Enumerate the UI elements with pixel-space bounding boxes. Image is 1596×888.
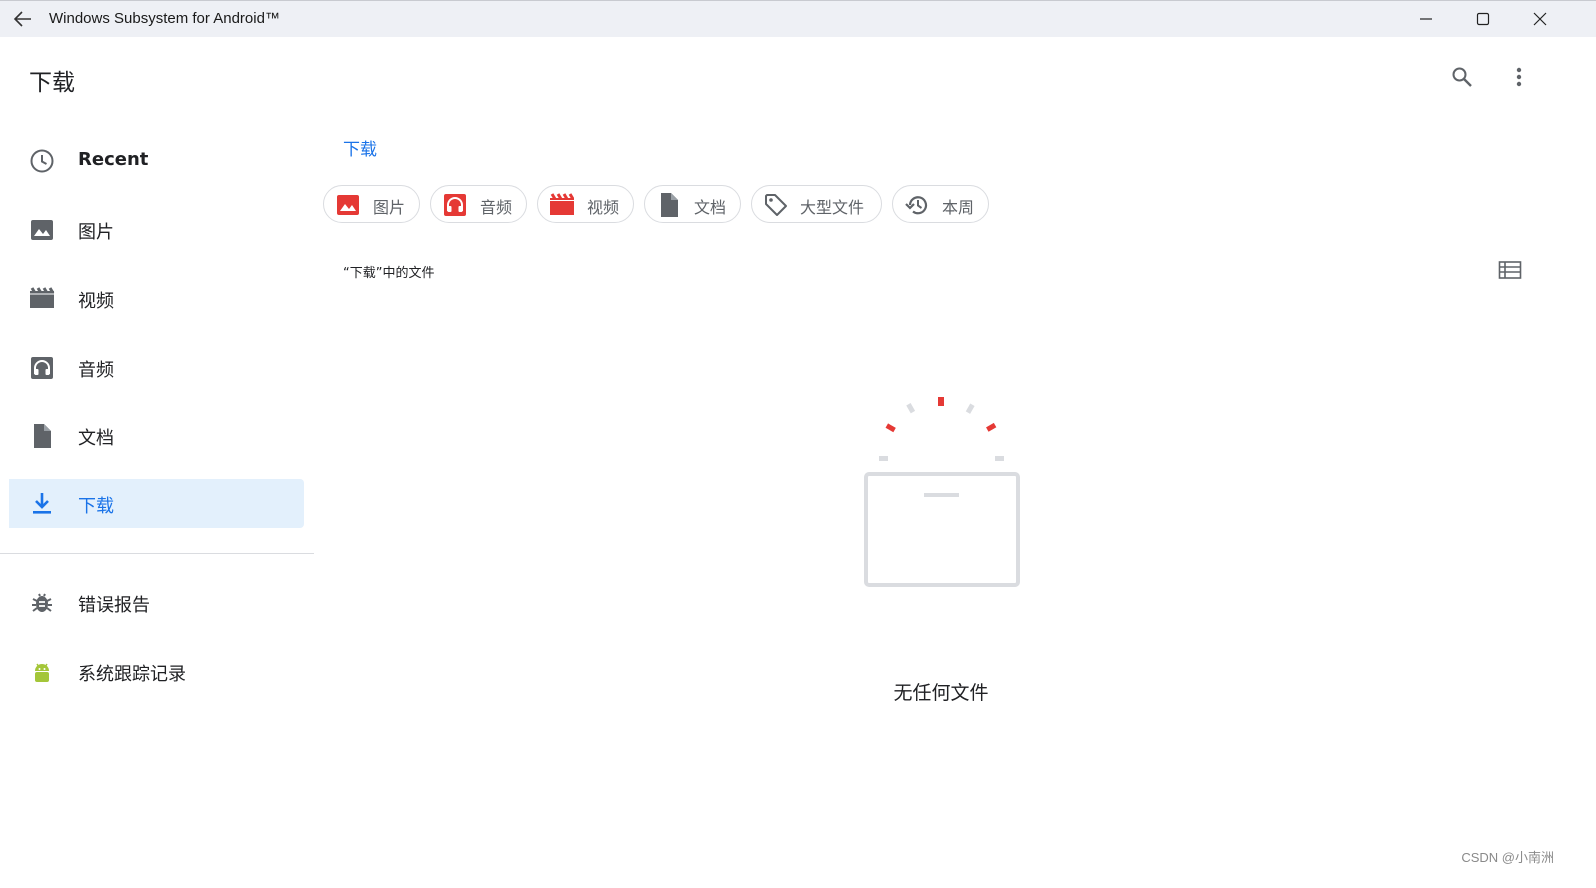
search-icon[interactable] <box>1447 62 1477 92</box>
chip-label: 文档 <box>694 198 727 217</box>
nav-item-audio[interactable]: 音频 <box>9 343 304 392</box>
image-icon <box>29 217 55 243</box>
chip-this-week[interactable]: 本周 <box>892 185 989 223</box>
movie-icon <box>29 286 55 312</box>
chip-label: 图片 <box>373 198 406 217</box>
empty-state-message: 无任何文件 <box>893 682 989 704</box>
breadcrumb[interactable]: 下载 <box>343 135 377 160</box>
download-icon <box>29 491 55 517</box>
chip-images[interactable]: 图片 <box>323 185 420 223</box>
window-titlebar: Windows Subsystem for Android™ <box>0 0 1596 37</box>
empty-folder-illustration <box>855 390 1030 595</box>
maximize-button[interactable] <box>1454 1 1512 37</box>
tag-icon <box>764 193 788 217</box>
document-icon <box>29 423 55 449</box>
nav-item-label: Recent <box>78 149 149 170</box>
section-title: “下载”中的文件 <box>343 266 435 281</box>
nav-item-label: 错误报告 <box>78 595 150 616</box>
headphones-icon <box>443 193 467 217</box>
chip-audio[interactable]: 音频 <box>430 185 527 223</box>
minimize-button[interactable] <box>1397 1 1455 37</box>
watermark: CSDN @小南洲 <box>1461 850 1554 865</box>
chip-label: 大型文件 <box>800 198 865 217</box>
back-arrow-icon[interactable] <box>12 9 34 29</box>
document-icon <box>657 193 681 217</box>
movie-icon <box>550 193 575 217</box>
clock-icon <box>29 148 55 174</box>
chip-documents[interactable]: 文档 <box>644 185 741 223</box>
chip-label: 本周 <box>942 198 975 217</box>
bug-icon <box>29 590 55 616</box>
image-icon <box>336 193 360 217</box>
nav-item-label: 音频 <box>78 360 114 381</box>
chip-large-files[interactable]: 大型文件 <box>751 185 882 223</box>
history-icon <box>905 193 929 217</box>
nav-item-downloads[interactable]: 下载 <box>9 479 304 528</box>
more-options-icon[interactable] <box>1504 62 1534 92</box>
chip-label: 视频 <box>587 198 620 217</box>
nav-item-label: 下载 <box>78 496 114 517</box>
list-view-icon[interactable] <box>1498 259 1522 281</box>
nav-divider <box>0 553 314 554</box>
window-title: Windows Subsystem for Android™ <box>49 10 280 27</box>
close-button[interactable] <box>1511 1 1569 37</box>
nav-item-recent[interactable]: Recent <box>9 136 304 185</box>
nav-item-videos[interactable]: 视频 <box>9 274 304 323</box>
nav-item-label: 视频 <box>78 291 114 312</box>
nav-item-bug-report[interactable]: 错误报告 <box>9 578 304 627</box>
nav-item-images[interactable]: 图片 <box>9 205 304 254</box>
chip-label: 音频 <box>480 198 513 217</box>
nav-item-documents[interactable]: 文档 <box>9 411 304 460</box>
nav-item-label: 文档 <box>78 428 114 449</box>
headphones-icon <box>29 355 55 381</box>
nav-item-label: 图片 <box>78 222 114 243</box>
chip-videos[interactable]: 视频 <box>537 185 634 223</box>
page-title: 下载 <box>29 70 75 96</box>
